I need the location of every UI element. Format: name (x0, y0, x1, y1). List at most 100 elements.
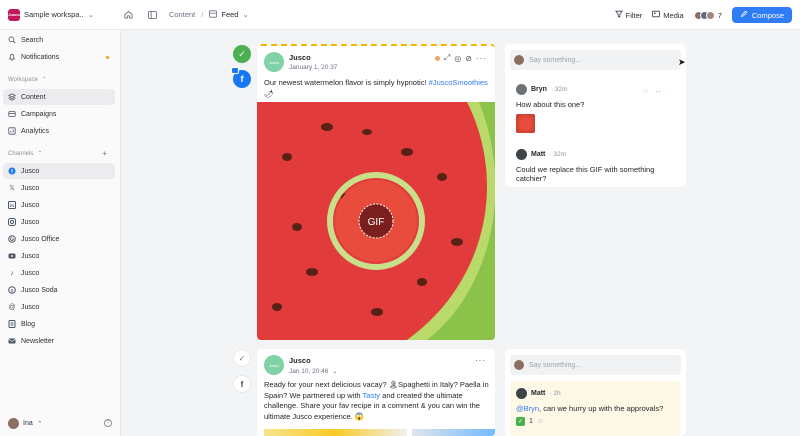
sidebar-item-channel[interactable]: Newsletter (3, 333, 115, 349)
avatar (516, 149, 527, 160)
sidebar-item-channel[interactable]: p Jusco Soda (3, 282, 115, 298)
channels-section-header[interactable]: Channels ⌃ (8, 150, 43, 158)
watermelon-gif[interactable]: GIF (257, 102, 495, 340)
help-icon[interactable]: ? (104, 419, 112, 427)
workspace-logo: Jusco (8, 8, 20, 21)
chevron-up-icon: ⌃ (37, 151, 43, 157)
chevron-down-icon: ⌄ (88, 11, 94, 19)
notification-dot (106, 55, 109, 59)
add-channel-icon[interactable]: + (102, 149, 107, 158)
comment-header: Matt · 2h (516, 388, 561, 399)
sidebar-item-label: Jusco (21, 269, 40, 277)
facebook-icon: f (8, 167, 16, 175)
sidebar-item-label: Search (21, 36, 44, 44)
analytics-icon (8, 127, 16, 135)
workspace-switcher[interactable]: Jusco Sample workspa... ⌄ (8, 8, 121, 21)
sidebar-item-channel[interactable]: Jusco (3, 214, 115, 230)
comment-input[interactable]: Say something... (510, 355, 681, 375)
sidebar-item-label: Blog (21, 320, 36, 328)
facebook-channel-icon[interactable]: f (233, 375, 251, 393)
comments-panel: Say something... Matt · 2h @Bryn, can we… (505, 349, 686, 436)
tasty-link[interactable]: Tasty (363, 391, 381, 400)
media-icon (652, 10, 661, 20)
smile-icon[interactable]: ☺ (642, 88, 649, 96)
filter-button[interactable]: Filter (614, 10, 642, 20)
top-bar: Jusco Sample workspa... ⌄ Content / Feed… (0, 0, 800, 30)
sidebar-item-analytics[interactable]: Analytics (3, 123, 115, 139)
post-text-body: Our newest watermelon flavor is simply h… (264, 78, 429, 87)
post-card[interactable]: Jusco Jusco January 1, 20:37 ⤢ ◎ ⊘ ··· O… (257, 44, 495, 340)
sidebar-item-label: Jusco (21, 167, 40, 175)
more-icon[interactable]: ··· (475, 356, 486, 365)
post-date[interactable]: Jan 10, 20:46 ⌄ (289, 367, 338, 375)
post-image[interactable] (412, 429, 495, 436)
compose-button[interactable]: Compose (731, 7, 792, 23)
hashtag-link[interactable]: #JuscoSmoothies (429, 78, 488, 87)
view-icon[interactable]: ◎ (454, 54, 461, 63)
media-button[interactable]: Media (652, 10, 684, 20)
post-text[interactable]: Our newest watermelon flavor is simply h… (264, 78, 490, 99)
collaborators[interactable]: 7 (693, 10, 722, 20)
post-date-label: Jan 10, 20:46 (289, 368, 329, 375)
section-label: Channels (8, 150, 34, 157)
approve-check-icon[interactable]: ✓ (233, 349, 251, 367)
sidebar-item-channel[interactable]: Jusco Office (3, 231, 115, 247)
tiktok-icon: ♪ (10, 269, 14, 277)
more-icon[interactable]: ··· (667, 88, 674, 96)
youtube-icon (8, 252, 16, 260)
sidebar-item-channel[interactable]: Jusco (3, 248, 115, 264)
sidebar-item-search[interactable]: Search (3, 32, 115, 48)
expand-icon[interactable]: ⤢ (444, 53, 450, 63)
sidebar-item-label: Newsletter (21, 337, 55, 345)
sidebar-item-channel[interactable]: ♪ Jusco (3, 265, 115, 281)
sidebar-item-notifications[interactable]: Notifications (3, 49, 115, 65)
post-card[interactable]: Jusco Jusco Jan 10, 20:46 ⌄ ··· Ready fo… (257, 349, 495, 436)
add-reaction-icon[interactable]: ☺ (537, 418, 544, 425)
mention-link[interactable]: @Bryn (516, 404, 539, 413)
feed-icon (209, 9, 218, 20)
sidebar-item-channel[interactable]: Blog (3, 316, 115, 332)
instagram-icon (8, 218, 16, 226)
breadcrumb-content[interactable]: Content (169, 10, 195, 19)
avatar: Jusco (264, 52, 284, 72)
comment-text: @Bryn, can we hurry up with the approval… (516, 404, 663, 413)
more-icon[interactable]: ··· (476, 54, 487, 63)
sidebar-item-label: Jusco Office (21, 235, 60, 243)
hide-icon[interactable]: ⊘ (465, 54, 472, 63)
approve-reaction-icon[interactable]: ✓ (516, 417, 525, 426)
sidebar-item-label: Analytics (21, 127, 50, 135)
post-image[interactable] (264, 429, 407, 436)
sidebar-item-content[interactable]: Content (3, 89, 115, 105)
media-label: Media (663, 10, 684, 20)
pen-icon (740, 10, 748, 20)
avatar (705, 10, 715, 20)
sidebar-item-channel[interactable]: @ Jusco (3, 299, 115, 315)
compose-label: Compose (751, 10, 784, 20)
workspace-section-header[interactable]: Workspace ⌃ (8, 76, 47, 84)
reply-icon[interactable]: ↩ (655, 88, 661, 96)
comment-input[interactable]: Say something... (510, 50, 681, 70)
user-menu[interactable]: Ina ⌃ (8, 418, 43, 429)
post-text[interactable]: Ready for your next delicious vacay? 🏝Sp… (264, 380, 490, 422)
bell-icon (8, 53, 16, 61)
facebook-channel-icon[interactable]: f (231, 67, 251, 88)
sidebar-item-label: Jusco (21, 201, 40, 209)
sidebar-item-label: Jusco (21, 303, 40, 311)
sidebar-toggle-icon[interactable] (145, 8, 159, 22)
mouse-cursor-icon: ➤ (678, 57, 686, 67)
home-icon[interactable] (121, 8, 135, 22)
approved-check-icon[interactable]: ✓ (233, 45, 251, 63)
breadcrumb-separator: / (201, 10, 204, 19)
breadcrumb-feed[interactable]: Feed ⌄ (209, 9, 249, 20)
x-icon: 𝕏 (9, 185, 15, 192)
post-date[interactable]: January 1, 20:37 (289, 64, 337, 71)
post-toolbar: ⤢ ◎ ⊘ ··· (434, 53, 487, 63)
sidebar-item-channel[interactable]: in Jusco (3, 197, 115, 213)
sidebar-item-campaigns[interactable]: Campaigns (3, 106, 115, 122)
blog-icon (8, 320, 16, 328)
comment-attachment-thumbnail[interactable] (516, 114, 535, 133)
sidebar-item-channel[interactable]: 𝕏 Jusco (3, 180, 115, 196)
sidebar-item-label: Campaigns (21, 110, 57, 118)
sidebar-item-channel[interactable]: f Jusco (3, 163, 115, 179)
avatar (514, 55, 524, 65)
